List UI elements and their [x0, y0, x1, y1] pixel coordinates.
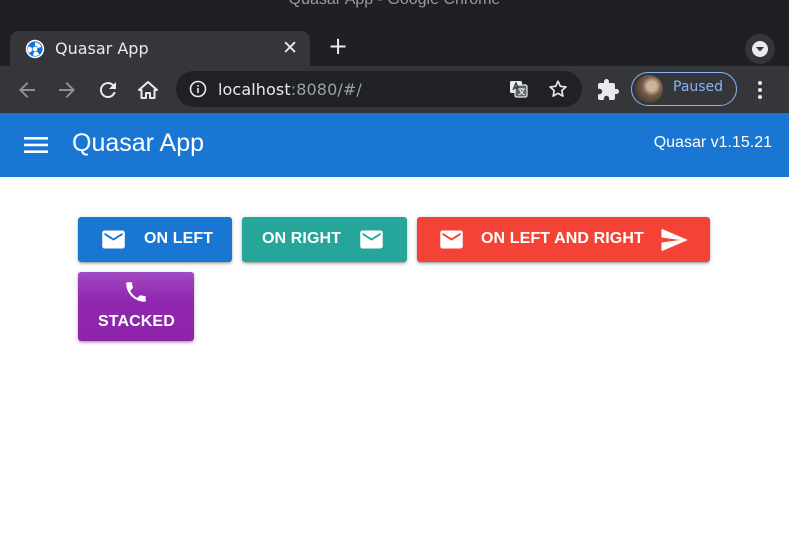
quasar-logo-icon [25, 39, 45, 59]
address-bar[interactable]: localhost:8080/#/ [176, 71, 582, 107]
tab-search-icon [752, 41, 768, 57]
window-minimize-button[interactable]: ▔ [703, 0, 715, 12]
reload-icon[interactable] [96, 78, 120, 102]
profile-status: Paused [673, 79, 724, 95]
mail-icon [102, 230, 125, 249]
app-header: Quasar App Quasar v1.15.21 [0, 113, 789, 177]
phone-icon [126, 282, 146, 302]
page-content: ON LEFT ON RIGHT ON LEFT AND RIGHT STACK… [0, 177, 789, 550]
tab-close-icon[interactable]: ✕ [282, 38, 298, 58]
menu-icon[interactable] [22, 131, 50, 159]
tab-search-button[interactable] [745, 34, 775, 64]
window-maximize-button[interactable]: ▔ [760, 0, 772, 12]
forward-arrow-icon[interactable] [55, 78, 79, 102]
stacked-button[interactable]: STACKED [78, 272, 194, 341]
bookmark-star-icon[interactable] [547, 78, 569, 100]
stacked-label: STACKED [98, 313, 175, 330]
tab-strip: Quasar App ✕ + [0, 26, 789, 66]
browser-tab[interactable]: Quasar App ✕ [10, 31, 310, 66]
home-icon[interactable] [136, 78, 160, 102]
on-left-label: ON LEFT [144, 230, 214, 247]
on-right-button[interactable]: ON RIGHT [242, 217, 407, 262]
app-title: Quasar App [72, 129, 205, 157]
new-tab-button[interactable]: + [321, 31, 355, 61]
url-text[interactable]: localhost:8080/#/ [218, 80, 362, 99]
window-titlebar: Quasar App - Google Chrome ▔ ▔ [0, 0, 789, 26]
tab-title: Quasar App [55, 39, 149, 58]
on-left-button[interactable]: ON LEFT [78, 217, 232, 262]
on-left-and-right-button[interactable]: ON LEFT AND RIGHT [417, 217, 710, 262]
back-arrow-icon[interactable] [15, 78, 39, 102]
version-label: Quasar v1.15.21 [653, 134, 772, 151]
mail-icon [360, 230, 383, 249]
translate-icon[interactable] [509, 79, 529, 99]
url-path: :8080/#/ [290, 80, 362, 99]
url-host: localhost [218, 80, 291, 99]
avatar [635, 75, 663, 103]
on-left-and-right-label: ON LEFT AND RIGHT [481, 230, 644, 247]
mail-icon [440, 230, 463, 249]
more-menu-icon[interactable] [748, 78, 772, 102]
browser-toolbar: localhost:8080/#/ Paused [0, 66, 789, 113]
extensions-puzzle-icon[interactable] [596, 78, 620, 102]
site-info-icon[interactable] [188, 79, 208, 99]
window-title: Quasar App - Google Chrome [0, 0, 789, 9]
on-right-label: ON RIGHT [262, 230, 342, 247]
send-icon [661, 228, 688, 252]
profile-button[interactable]: Paused [631, 72, 737, 106]
